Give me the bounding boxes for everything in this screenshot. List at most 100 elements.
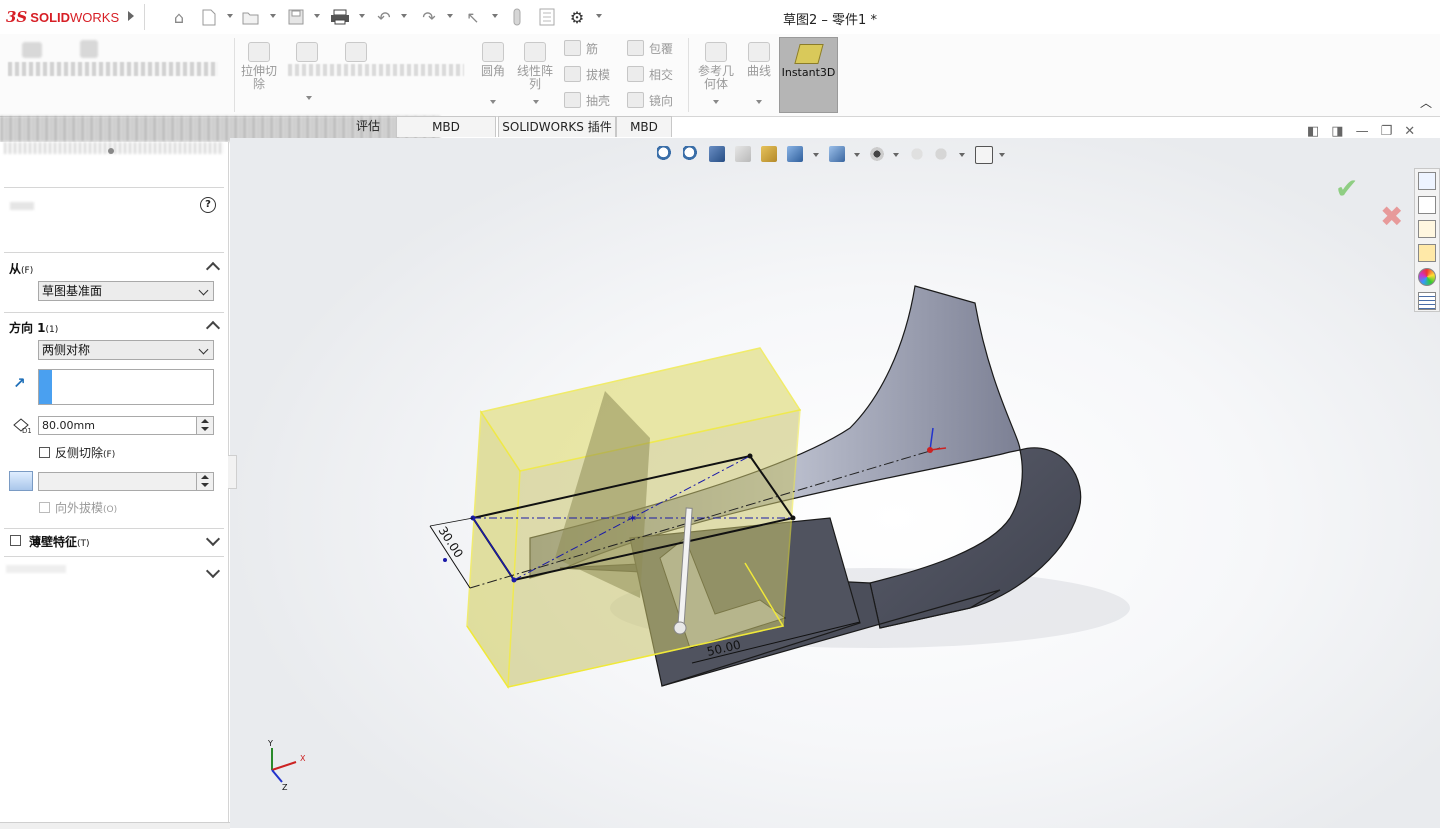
thin-feature-expand-chevron-icon[interactable] [205,531,221,547]
help-icon[interactable]: ? [200,197,216,213]
display-style-dropdown-icon[interactable] [854,153,860,157]
custom-properties-icon[interactable] [1418,292,1436,310]
instant3d-button[interactable]: Instant3D [779,37,838,113]
view-settings-icon[interactable] [975,146,993,164]
flip-side-cut-checkbox[interactable] [39,447,50,458]
thin-feature-section-title[interactable]: 薄壁特征(T) [29,533,90,550]
home-icon[interactable]: ⌂ [168,6,190,28]
draft-angle-input[interactable] [38,472,214,491]
menu-expand-arrow-icon[interactable] [128,11,134,21]
cancel-x-icon[interactable]: ✖ [1380,200,1403,233]
file-explorer-icon[interactable] [1418,220,1436,238]
extruded-cut-button[interactable]: 拉伸切 除 [238,42,280,91]
section-expand-chevron-icon[interactable] [205,563,221,579]
hide-show-dropdown-icon[interactable] [893,153,899,157]
tab-solidworks-addins[interactable]: SOLIDWORKS 插件 [498,116,616,137]
reference-geometry-button[interactable]: 参考几 何体 [694,42,738,91]
solidworks-resources-home-icon[interactable] [1418,172,1436,190]
apply-scene-icon[interactable] [933,146,949,162]
cut-dropdown-icon[interactable] [306,96,312,100]
redo-dropdown-icon[interactable] [447,14,453,18]
print-icon[interactable] [329,6,351,28]
view-orientation-dropdown-icon[interactable] [813,153,819,157]
drag-handle-tip-icon[interactable] [673,621,687,635]
direction1-collapse-chevron-icon[interactable] [205,320,221,336]
panel-pin-icon[interactable] [108,148,114,154]
close-icon[interactable]: ✕ [1404,124,1415,139]
from-collapse-chevron-icon[interactable] [205,261,221,277]
section-view-icon[interactable] [735,146,751,162]
hole-wizard-icon[interactable] [296,42,318,62]
zoom-to-area-icon[interactable] [683,146,699,162]
thin-feature-checkbox[interactable] [10,535,21,546]
revolved-boss-icon[interactable] [80,40,98,58]
revolved-cut-icon[interactable] [345,42,367,62]
options-gear-icon[interactable]: ⚙ [566,6,588,28]
graphics-area[interactable]: ✶ 30.00 50.00 Y X Z [230,138,1440,828]
draft-button[interactable]: 拔模 [564,65,610,83]
view-orientation-icon[interactable] [787,146,803,162]
select-pointer-icon[interactable]: ↖ [462,6,484,28]
depth-input[interactable]: 80.00mm [38,416,214,435]
new-dropdown-icon[interactable] [227,14,233,18]
rib-button[interactable]: 筋 [564,39,598,57]
sketch-point[interactable] [511,577,517,583]
view-orientation-triad[interactable]: Y X Z [267,739,306,792]
appearances-icon[interactable] [1418,268,1436,286]
triad-origin-icon[interactable] [927,447,933,453]
previous-view-icon[interactable] [709,146,725,162]
fillet-button[interactable]: 圆角 [476,42,510,78]
extruded-boss-icon[interactable] [22,42,42,58]
rebuild-icon[interactable] [506,6,528,28]
edit-appearance-icon[interactable] [909,146,925,162]
view-palette-icon[interactable] [1418,244,1436,262]
new-document-icon[interactable] [198,6,220,28]
scene-dropdown-icon[interactable] [959,153,965,157]
curves-dropdown-icon[interactable] [756,100,762,104]
tab-mbd[interactable]: MBD [616,116,672,137]
direction1-section-title[interactable]: 方向 1(1) [9,319,58,336]
panel-resize-handle[interactable] [228,455,237,489]
redo-icon[interactable]: ↷ [418,6,440,28]
wrap-button[interactable]: 包覆 [627,39,673,57]
print-dropdown-icon[interactable] [359,14,365,18]
tab-evaluate[interactable]: 评估 [340,116,396,137]
collapse-ribbon-chevron-icon[interactable]: ︿ [1419,96,1433,110]
shell-button[interactable]: 抽壳 [564,91,610,109]
fillet-dropdown-icon[interactable] [490,100,496,104]
save-dropdown-icon[interactable] [314,14,320,18]
end-condition-select[interactable]: 两侧对称 [38,340,214,360]
reference-dropdown-icon[interactable] [713,100,719,104]
pattern-dropdown-icon[interactable] [533,100,539,104]
restore-icon[interactable]: ❐ [1381,124,1393,139]
design-library-icon[interactable] [1418,196,1436,214]
file-properties-icon[interactable] [536,6,558,28]
tile-right-icon[interactable]: ◨ [1331,124,1343,139]
depth-spinner-icon[interactable] [196,417,213,434]
from-section-title[interactable]: 从(F) [9,260,33,277]
tab-mbd-dimensions[interactable]: MBD Dimensions [396,116,496,155]
reverse-direction-arrow-icon[interactable]: ↗ [13,374,26,392]
dynamic-annotation-icon[interactable] [761,146,777,162]
dimension-grip[interactable] [443,558,447,562]
view-settings-dropdown-icon[interactable] [999,153,1005,157]
draft-spinner-icon[interactable] [196,473,213,490]
solidworks-logo[interactable]: 3S SOLID WORKS [6,8,119,26]
save-icon[interactable] [285,6,307,28]
model-canvas[interactable]: ✶ 30.00 50.00 Y X Z [230,138,1440,828]
from-select[interactable]: 草图基准面 [38,281,214,301]
linear-pattern-button[interactable]: 线性阵 列 [514,42,556,91]
options-dropdown-icon[interactable] [596,14,602,18]
display-style-icon[interactable] [829,146,845,162]
direction-selection-box[interactable] [38,369,214,405]
sketch-point[interactable] [747,453,753,459]
undo-icon[interactable]: ↶ [373,6,395,28]
sketch-point[interactable] [790,515,796,521]
open-dropdown-icon[interactable] [270,14,276,18]
hide-show-items-icon[interactable] [869,146,885,162]
draft-toggle-icon[interactable] [9,471,33,491]
tile-left-icon[interactable]: ◧ [1307,124,1319,139]
select-dropdown-icon[interactable] [492,14,498,18]
curves-button[interactable]: 曲线 [742,42,776,78]
mirror-button[interactable]: 镜向 [627,91,673,109]
